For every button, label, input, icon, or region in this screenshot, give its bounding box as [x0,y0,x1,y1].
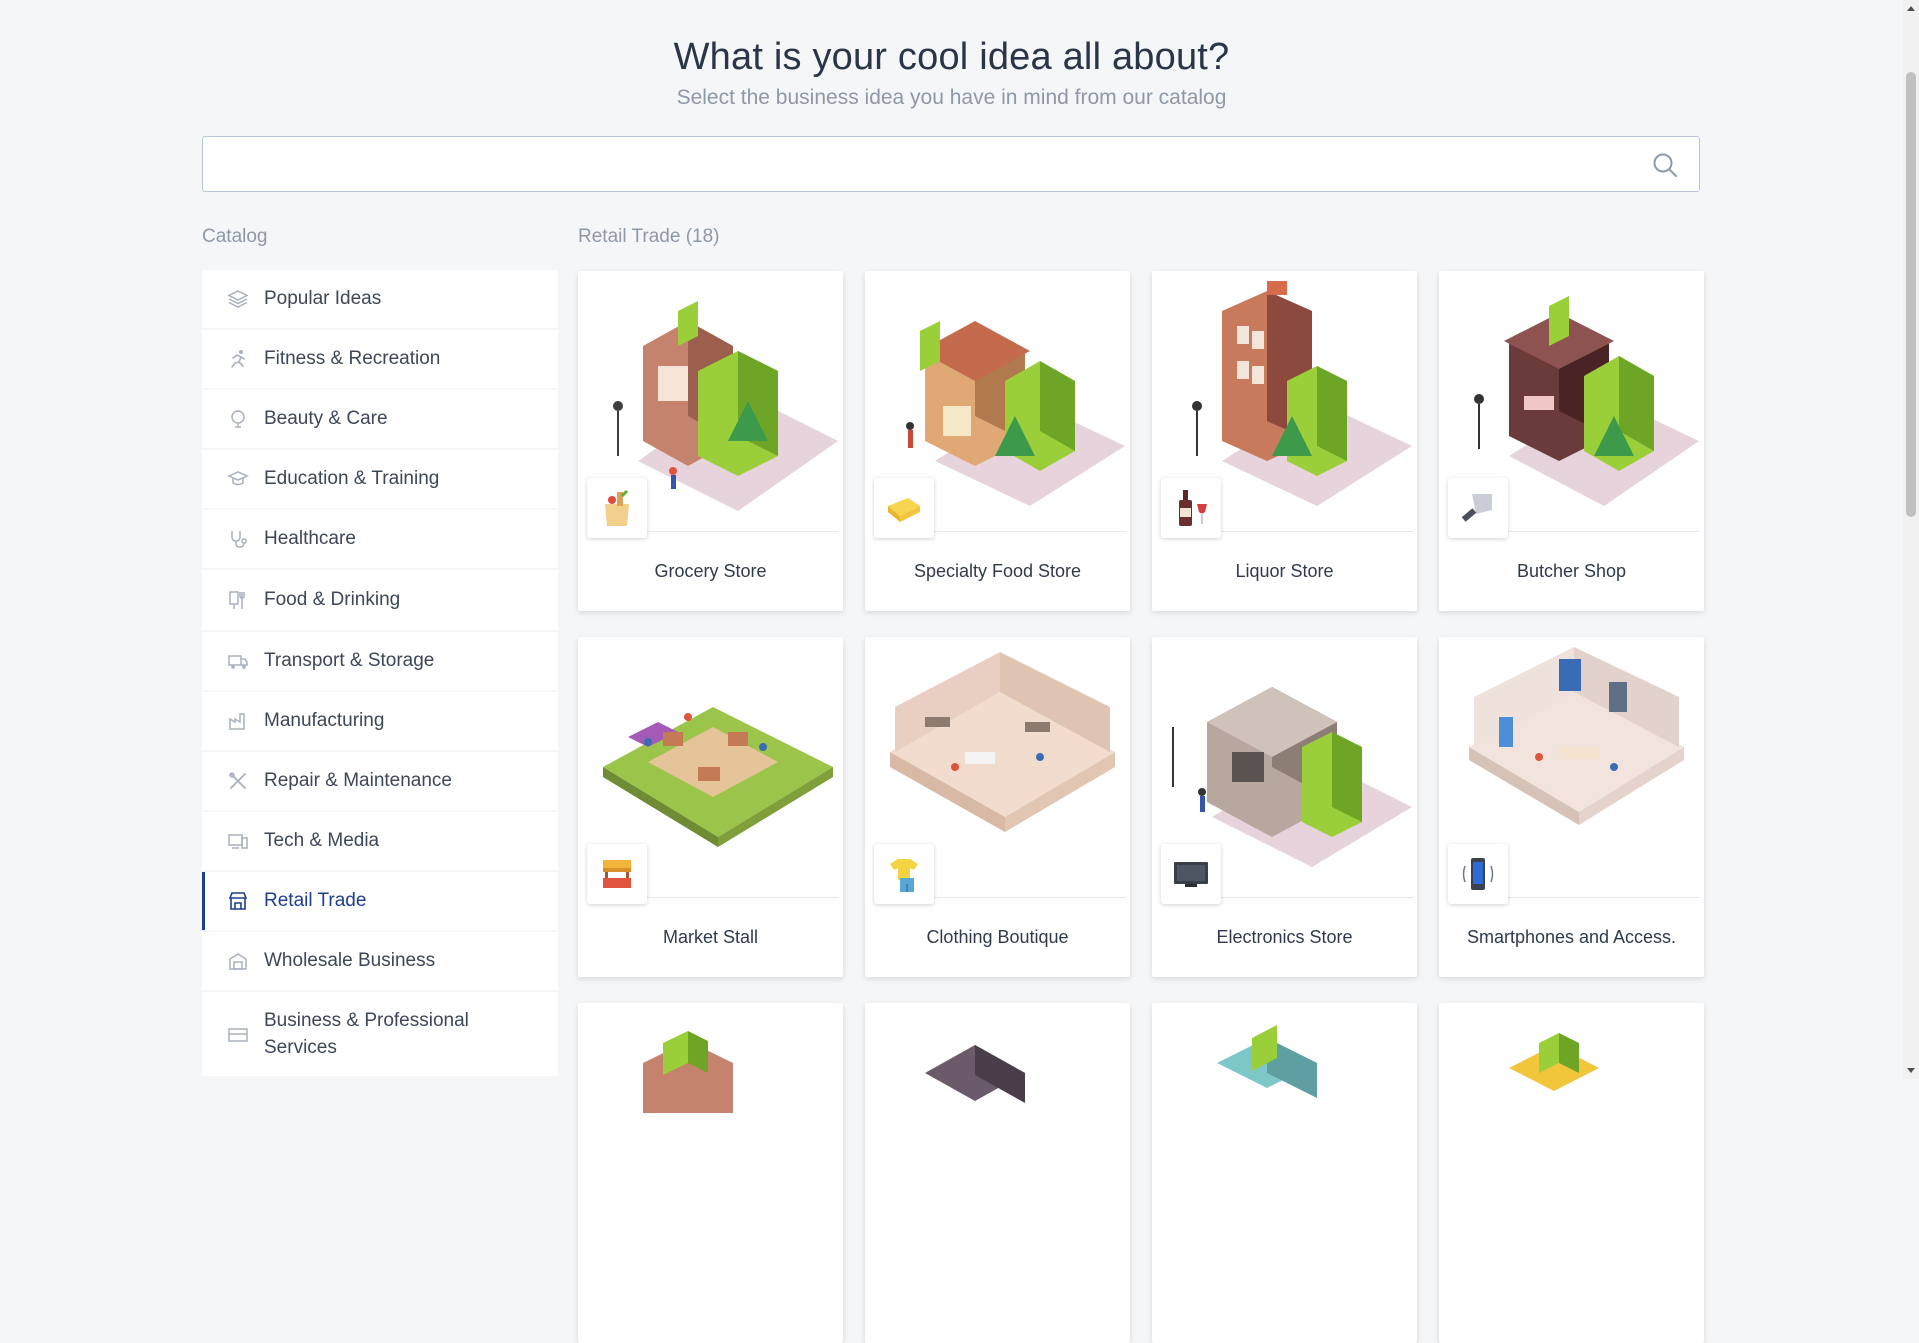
card-icon-badge [874,478,934,538]
warehouse-icon [229,953,247,970]
mirror-icon [231,410,245,428]
storefront-icon [228,892,248,910]
sidebar-item-label: Education & Training [264,468,440,489]
store-illustration [1217,1025,1317,1098]
card-icon-badge [587,844,647,904]
stethoscope-icon [231,531,247,548]
idea-card-row3-1[interactable] [578,1003,843,1343]
card-icon-badge [587,478,647,538]
sidebar-item-label: Wholesale Business [264,950,436,971]
sidebar-item-label: Popular Ideas [264,288,382,309]
card-label: Specialty Food Store [913,561,1082,581]
cleaver-icon [1461,494,1492,522]
scroll-down-arrow-icon[interactable] [1907,1068,1915,1073]
sidebar-item-label: Beauty & Care [264,408,388,429]
sidebar-item-tech-media[interactable]: Tech & Media [202,812,558,870]
card-label: Grocery Store [654,561,767,581]
card-label: Clothing Boutique [926,927,1069,947]
store-illustration [643,1031,733,1113]
idea-card-smartphones[interactable]: Smartphones and Access. [1439,637,1704,977]
idea-card-grocery-store[interactable]: Grocery Store [578,271,843,611]
scrollbar-thumb[interactable] [1906,72,1916,517]
wine-bottle-icon [1179,490,1207,526]
search-icon[interactable] [1651,151,1679,179]
catalog-sidebar: Popular Ideas Fitness & Recreation Beaut… [202,270,558,1078]
market-stall-icon [603,860,631,888]
sidebar-item-business-services[interactable]: Business & Professional Services [202,992,558,1076]
card-label: Smartphones and Access. [1466,927,1677,947]
card-icon-badge [1448,478,1508,538]
graduation-cap-icon [227,471,249,486]
sidebar-item-education[interactable]: Education & Training [202,450,558,508]
sidebar-item-label: Fitness & Recreation [264,348,441,369]
cheese-icon [888,498,920,522]
sidebar-item-label: Repair & Maintenance [264,770,452,791]
truck-icon [228,655,248,669]
sidebar-item-wholesale[interactable]: Wholesale Business [202,932,558,990]
idea-card-clothing-boutique[interactable]: Clothing Boutique [865,637,1130,977]
idea-card-butcher-shop[interactable]: Butcher Shop [1439,271,1704,611]
runner-icon [231,350,245,368]
store-illustration [1509,1033,1599,1091]
tools-icon [229,772,246,789]
card-label: Butcher Shop [1516,561,1627,581]
sidebar-item-transport[interactable]: Transport & Storage [202,632,558,690]
sidebar-item-label: Business & Professional Services [264,1010,469,1058]
sidebar-item-label: Healthcare [264,528,356,549]
card-icon-badge [1161,844,1221,904]
sidebar-item-label: Transport & Storage [264,650,435,671]
sidebar-item-repair[interactable]: Repair & Maintenance [202,752,558,810]
sidebar-item-label: Manufacturing [264,710,385,731]
idea-card-specialty-food-store[interactable]: Specialty Food Store [865,271,1130,611]
card-icon-badge [874,844,934,904]
category-heading: Retail Trade (18) [578,226,720,247]
page-subtitle: Select the business idea you have in min… [676,86,1227,109]
sidebar-item-label: Food & Drinking [264,589,401,610]
catalog-label: Catalog [202,226,268,247]
grocery-bag-icon [605,489,629,526]
idea-card-market-stall[interactable]: Market Stall [578,637,843,977]
card-icon-badge [1448,844,1508,904]
scroll-up-arrow-icon[interactable] [1907,6,1915,11]
idea-card-electronics-store[interactable]: Electronics Store [1152,637,1417,977]
tv-icon [1174,862,1208,887]
sidebar-item-label: Tech & Media [264,830,380,851]
idea-card-row3-2[interactable] [865,1003,1130,1343]
briefcase-icon [228,1028,248,1042]
idea-card-liquor-store[interactable]: Liquor Store [1152,271,1417,611]
card-icon-badge [1161,478,1221,538]
idea-card-row3-3[interactable] [1152,1003,1417,1343]
search-box[interactable] [202,136,1700,192]
idea-card-row3-4[interactable] [1439,1003,1704,1343]
sidebar-item-label: Retail Trade [264,890,367,911]
sidebar-item-manufacturing[interactable]: Manufacturing [202,692,558,750]
sidebar-item-beauty[interactable]: Beauty & Care [202,390,558,448]
factory-icon [229,713,245,730]
layers-icon [227,290,249,308]
store-illustration [925,1045,1025,1103]
sidebar-item-healthcare[interactable]: Healthcare [202,510,558,568]
page-title: What is your cool idea all about? [673,36,1230,78]
page: What is your cool idea all about? Select… [0,0,1919,1343]
sidebar-item-popular-ideas[interactable]: Popular Ideas [202,270,558,328]
sidebar-item-retail-trade[interactable]: Retail Trade [202,872,558,930]
smartphone-icon [1462,858,1494,890]
card-label: Liquor Store [1235,561,1334,581]
sidebar-item-fitness[interactable]: Fitness & Recreation [202,330,558,388]
card-label: Electronics Store [1216,927,1353,947]
sidebar-item-food[interactable]: Food & Drinking [202,570,558,630]
search-input[interactable] [203,137,1623,191]
card-label: Market Stall [662,927,759,947]
clothing-icon [890,859,918,892]
cutlery-icon [229,591,245,609]
devices-icon [228,834,248,849]
page-scrollbar[interactable] [1903,0,1919,1079]
